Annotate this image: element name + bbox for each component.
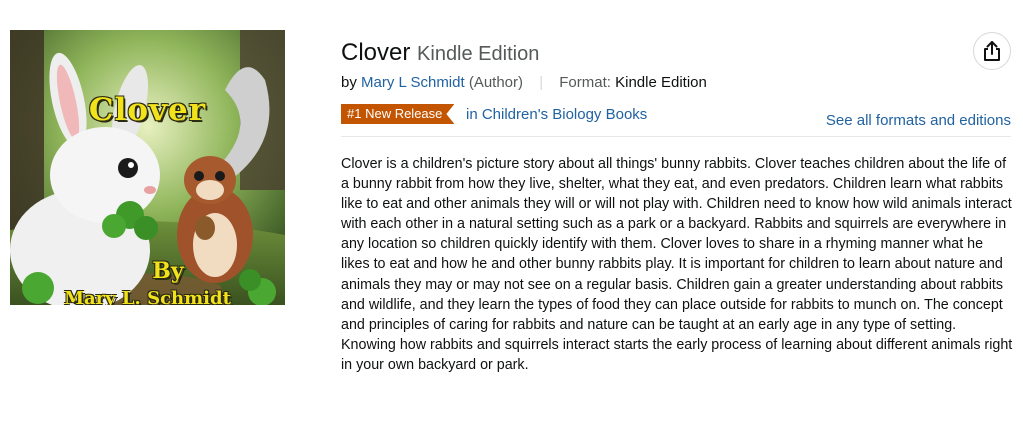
book-title: Clover: [341, 39, 411, 66]
byline-divider: |: [539, 74, 544, 91]
byline: by Mary L Schmidt (Author) | Format: Kin…: [341, 73, 707, 93]
see-all-formats-link[interactable]: See all formats and editions: [826, 111, 1011, 131]
by-label: by: [341, 74, 357, 91]
cover-author-text: Mary L. Schmidt: [64, 288, 231, 305]
category-link[interactable]: in Children's Biology Books: [466, 105, 647, 125]
cover-title-text: Clover: [88, 92, 207, 128]
format-label: Format:: [559, 74, 611, 91]
product-title: Clover Kindle Edition: [341, 38, 539, 69]
book-cover-image[interactable]: Clover By Mary L. Schmidt: [10, 30, 285, 305]
book-edition: Kindle Edition: [417, 43, 540, 65]
new-release-badge[interactable]: #1 New Release: [341, 104, 454, 124]
format-value: Kindle Edition: [615, 74, 707, 91]
share-icon: [984, 41, 1000, 61]
cover-by-text: By: [152, 258, 184, 284]
author-role: (Author): [468, 74, 524, 91]
share-button[interactable]: [973, 32, 1011, 70]
section-divider: [341, 136, 1011, 137]
author-link[interactable]: Mary L Schmidt: [361, 74, 465, 91]
book-description: Clover is a children's picture story abo…: [341, 156, 1013, 373]
